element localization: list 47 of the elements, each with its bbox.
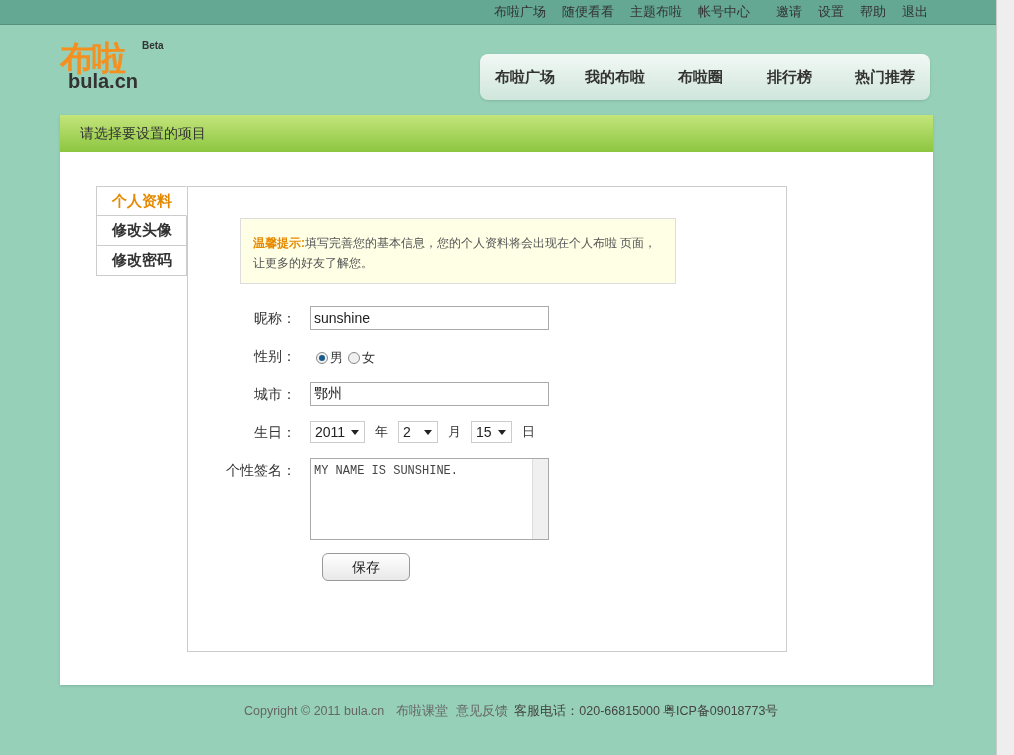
field-label: 性别：: [252, 347, 297, 366]
top-link[interactable]: 布啦广场: [494, 2, 546, 22]
top-link[interactable]: 退出: [902, 2, 928, 22]
nav-link[interactable]: 布啦广场: [480, 65, 570, 89]
text-input[interactable]: 鄂州: [310, 382, 549, 406]
radio-label: 女: [362, 349, 375, 368]
field-label: 生日：: [253, 423, 297, 442]
field-label: 城市：: [253, 385, 297, 404]
nav-link[interactable]: 我的布啦: [569, 65, 662, 89]
footer-link[interactable]: 意见反馈: [456, 702, 509, 721]
top-link[interactable]: 帮助: [860, 2, 886, 22]
top-link[interactable]: 邀请: [776, 2, 802, 22]
settings-tab[interactable]: 修改头像: [96, 216, 187, 246]
nav-link[interactable]: 布啦圈: [661, 65, 739, 89]
select-dropdown[interactable]: 2011: [310, 421, 365, 443]
select-dropdown[interactable]: 2: [398, 421, 438, 443]
nav-link[interactable]: 热门推荐: [840, 65, 930, 89]
field-label: 昵称：: [253, 309, 297, 328]
copyright-text: Copyright © 2011 bula.cn: [244, 703, 385, 720]
top-link[interactable]: 帐号中心: [698, 2, 750, 22]
tip-text: 温馨提示:填写完善您的基本信息，您的个人资料将会出现在个人布啦 页面，让更多的好友了解您。: [253, 235, 658, 272]
panel-title: 请选择要设置的项目: [80, 124, 206, 143]
dropdown-arrow-icon: [351, 429, 359, 435]
contact-phone: 客服电话：020-66815000: [514, 703, 660, 720]
scrollbar[interactable]: [532, 459, 548, 539]
date-unit: 年: [375, 423, 388, 442]
radio-label: 男: [330, 349, 343, 368]
top-link[interactable]: 设置: [818, 2, 844, 22]
radio-button[interactable]: [316, 352, 328, 364]
icp-number: 粤ICP备09018773号: [662, 703, 779, 720]
date-unit: 日: [522, 423, 535, 442]
dropdown-arrow-icon: [498, 429, 506, 435]
date-unit: 月: [448, 423, 461, 442]
text-input[interactable]: sunshine: [310, 306, 549, 330]
field-label: 个性签名：: [225, 461, 297, 480]
beta-label: Beta: [142, 41, 164, 51]
select-dropdown[interactable]: 15: [471, 421, 512, 443]
scrollbar[interactable]: [996, 0, 1014, 755]
logo-name: 布啦: [60, 41, 125, 75]
nav-link[interactable]: 排行榜: [738, 65, 841, 89]
radio-button[interactable]: [348, 352, 360, 364]
settings-tab[interactable]: 修改密码: [96, 246, 187, 276]
dropdown-arrow-icon: [424, 429, 432, 435]
textarea-field[interactable]: MY NAME IS SUNSHINE.: [310, 458, 549, 540]
save-button[interactable]: 保存: [322, 553, 410, 581]
top-link[interactable]: 主题布啦: [630, 2, 682, 22]
top-link[interactable]: 随便看看: [562, 2, 614, 22]
